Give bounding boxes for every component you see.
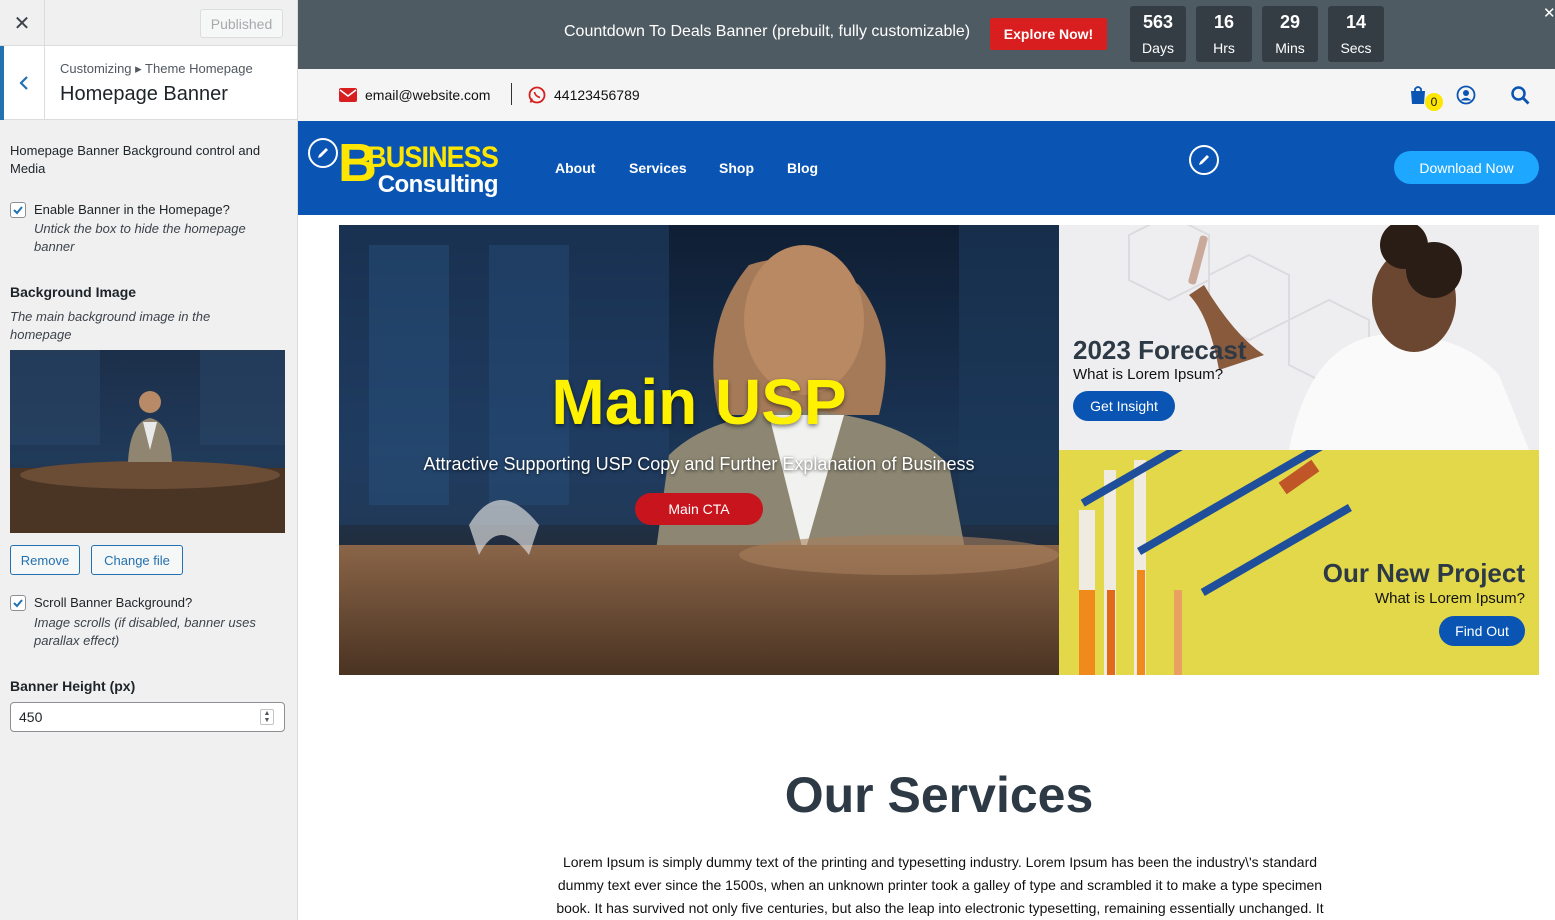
checkmark-icon xyxy=(13,599,23,608)
countdown-value: 14 xyxy=(1345,12,1367,32)
countdown-unit: Days xyxy=(1142,40,1174,56)
main-navigation: B BUSINESS Consulting About Services Sho… xyxy=(298,121,1555,215)
cart-count-badge: 0 xyxy=(1425,93,1443,111)
countdown-banner: Countdown To Deals Banner (prebuilt, ful… xyxy=(298,0,1555,69)
countdown-unit: Secs xyxy=(1340,40,1372,56)
section-title: Homepage Banner xyxy=(60,83,228,105)
section-intro: Homepage Banner Background control and M… xyxy=(10,143,261,176)
divider xyxy=(511,83,512,105)
site-preview: Countdown To Deals Banner (prebuilt, ful… xyxy=(298,0,1555,920)
countdown-text: Countdown To Deals Banner (prebuilt, ful… xyxy=(564,23,971,40)
forecast-subtitle: What is Lorem Ipsum? xyxy=(1073,366,1224,383)
nav-link-shop[interactable]: Shop xyxy=(719,160,754,176)
nav-link-services[interactable]: Services xyxy=(629,160,687,176)
download-now-button[interactable]: Download Now xyxy=(1394,151,1539,184)
scroll-banner-description: Image scrolls (if disabled, banner uses … xyxy=(34,615,256,648)
banner-subtitle: Attractive Supporting USP Copy and Furth… xyxy=(423,454,975,474)
close-banner-icon[interactable]: ✕ xyxy=(1543,4,1555,22)
background-image-heading: Background Image xyxy=(10,284,137,300)
banner-height-input[interactable]: 450 ▲ ▼ xyxy=(10,702,285,732)
scroll-banner-checkbox[interactable] xyxy=(10,595,26,611)
phone-link[interactable]: 44123456789 xyxy=(554,87,640,103)
enable-banner-description: Untick the box to hide the homepage bann… xyxy=(34,221,246,254)
countdown-days: 563 Days xyxy=(1130,6,1186,62)
background-image-thumbnail xyxy=(10,350,285,533)
main-cta-button[interactable]: Main CTA xyxy=(635,493,763,525)
section-header: Customizing ▸ Theme Homepage Homepage Ba… xyxy=(0,46,297,120)
countdown-value: 16 xyxy=(1213,12,1235,32)
background-image-description: The main background image in the homepag… xyxy=(10,309,211,342)
email-link[interactable]: email@website.com xyxy=(365,87,490,103)
banner-height-value: 450 xyxy=(19,709,43,725)
site-logo[interactable]: B BUSINESS Consulting xyxy=(338,133,503,201)
get-insight-button[interactable]: Get Insight xyxy=(1073,391,1175,421)
checkmark-icon xyxy=(13,206,23,215)
change-file-button[interactable]: Change file xyxy=(91,545,183,575)
edit-pencil-icon[interactable] xyxy=(308,138,338,168)
main-banner: Main USP Attractive Supporting USP Copy … xyxy=(339,225,1059,675)
project-title: Our New Project xyxy=(1322,558,1525,588)
email-icon xyxy=(339,88,357,102)
services-heading: Our Services xyxy=(784,767,1094,823)
remove-image-button[interactable]: Remove xyxy=(10,545,80,575)
banner-background-image xyxy=(339,225,1059,675)
account-icon[interactable] xyxy=(1456,85,1476,105)
countdown-value: 563 xyxy=(1142,12,1174,32)
logo-text-line1: BUSINESS xyxy=(367,141,499,174)
customizer-header: ✕ Published xyxy=(0,0,297,46)
project-subtitle: What is Lorem Ipsum? xyxy=(1374,590,1525,607)
close-customizer-button[interactable]: ✕ xyxy=(0,0,45,46)
back-button[interactable] xyxy=(0,46,45,120)
find-out-button[interactable]: Find Out xyxy=(1439,616,1525,646)
enable-banner-label: Enable Banner in the Homepage? xyxy=(34,202,230,217)
countdown-seconds: 14 Secs xyxy=(1328,6,1384,62)
nav-link-about[interactable]: About xyxy=(555,160,595,176)
services-description: Lorem Ipsum is simply dummy text of the … xyxy=(556,854,1324,916)
chevron-left-icon xyxy=(19,76,28,90)
forecast-tile: 2023 Forecast What is Lorem Ipsum? Get I… xyxy=(1059,225,1539,450)
explore-now-button[interactable]: Explore Now! xyxy=(990,18,1107,50)
number-stepper-icon[interactable]: ▲ ▼ xyxy=(260,709,274,725)
whatsapp-icon xyxy=(528,86,546,104)
banner-title: Main USP xyxy=(551,366,847,438)
search-icon[interactable] xyxy=(1510,85,1530,105)
enable-banner-checkbox[interactable] xyxy=(10,202,26,218)
countdown-value: 29 xyxy=(1279,12,1301,32)
contact-bar: email@website.com 44123456789 0 xyxy=(298,69,1555,121)
forecast-title: 2023 Forecast xyxy=(1073,335,1247,365)
published-button[interactable]: Published xyxy=(200,9,283,38)
customizer-sidebar: ✕ Published Customizing ▸ Theme Homepage… xyxy=(0,0,298,920)
banner-height-label: Banner Height (px) xyxy=(10,678,136,694)
countdown-hours: 16 Hrs xyxy=(1196,6,1252,62)
project-tile: Our New Project What is Lorem Ipsum? Fin… xyxy=(1059,450,1539,675)
close-icon: ✕ xyxy=(13,12,31,35)
countdown-unit: Hrs xyxy=(1213,40,1235,56)
breadcrumb: Customizing ▸ Theme Homepage xyxy=(60,61,253,76)
countdown-unit: Mins xyxy=(1275,40,1305,56)
edit-pencil-icon[interactable] xyxy=(1189,145,1219,175)
scroll-banner-label: Scroll Banner Background? xyxy=(34,595,193,610)
nav-link-blog[interactable]: Blog xyxy=(787,160,818,176)
countdown-minutes: 29 Mins xyxy=(1262,6,1318,62)
logo-text-line2: Consulting xyxy=(377,171,499,198)
